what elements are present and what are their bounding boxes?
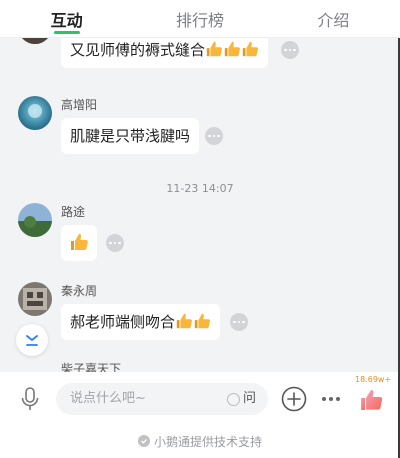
more-dots-icon[interactable] [281, 41, 299, 59]
avatar[interactable] [18, 282, 52, 316]
more-dots-icon[interactable] [205, 127, 223, 145]
more-dots-icon[interactable] [106, 234, 124, 252]
thumbs-up-emoji [71, 234, 88, 250]
thumbs-up-icon[interactable] [359, 388, 383, 412]
message-text: 郝老师端侧吻合 [70, 313, 176, 331]
message-bubble[interactable]: 郝老师端侧吻合 [61, 304, 221, 340]
tab-ranking[interactable]: 排行榜 [133, 0, 266, 37]
thumbs-up-emoji [194, 313, 210, 329]
comment-input[interactable]: 说点什么吧~ 问 [56, 383, 268, 415]
nickname: 路途 [61, 205, 86, 219]
nickname: 柴子嘉天下 [61, 362, 122, 372]
more-dots-icon[interactable] [230, 313, 248, 331]
thumbs-up-emoji [206, 41, 222, 57]
ask-label: 问 [242, 391, 256, 406]
like-count: 18.69w+ [355, 375, 392, 384]
ask-radio-icon [226, 392, 240, 406]
plus-circle-icon[interactable] [281, 386, 307, 412]
thumbs-up-emoji-group [205, 41, 259, 59]
message-text: 又见师傅的褥式缝合 [70, 41, 206, 59]
footer-text: 小鹅通提供技术支持 [153, 434, 262, 449]
time-separator: 11-23 14:07 [166, 182, 234, 195]
thumbs-up-emoji [242, 41, 258, 57]
input-placeholder: 说点什么吧~ [70, 391, 146, 406]
nickname: 秦永周 [61, 284, 98, 298]
more-options-icon[interactable] [322, 397, 340, 401]
nickname: 高增阳 [61, 98, 98, 112]
scroll-to-bottom-button[interactable] [16, 324, 48, 356]
thumbs-up-emoji [176, 313, 192, 329]
tab-introduction[interactable]: 介绍 [267, 0, 400, 37]
message-bubble[interactable] [61, 225, 97, 261]
thumbs-up-emoji [224, 41, 240, 57]
tab-interaction[interactable]: 互动 [0, 0, 133, 37]
chat-list[interactable]: 又见师傅的褥式缝合 高增阳 肌腱是只带浅腱吗 11-23 14:07 路途 秦永… [0, 38, 400, 372]
microphone-icon[interactable] [20, 387, 40, 411]
powered-by-footer: 小鹅通提供技术支持 [0, 424, 400, 458]
avatar[interactable] [18, 203, 52, 237]
avatar[interactable] [18, 38, 52, 44]
message-bubble[interactable]: 又见师傅的褥式缝合 [61, 38, 269, 68]
message-text: 肌腱是只带浅腱吗 [70, 127, 191, 145]
ask-question-toggle[interactable]: 问 [226, 383, 256, 415]
message-bubble[interactable]: 肌腱是只带浅腱吗 [61, 118, 200, 154]
input-bar: 说点什么吧~ 问 18.69w+ [0, 372, 400, 424]
scroll-to-bottom-icon [26, 335, 38, 346]
tab-bar: 互动 排行榜 介绍 [0, 0, 400, 38]
avatar[interactable] [18, 96, 52, 130]
check-circle-icon [137, 435, 150, 447]
thumbs-up-emoji-group [175, 313, 211, 331]
